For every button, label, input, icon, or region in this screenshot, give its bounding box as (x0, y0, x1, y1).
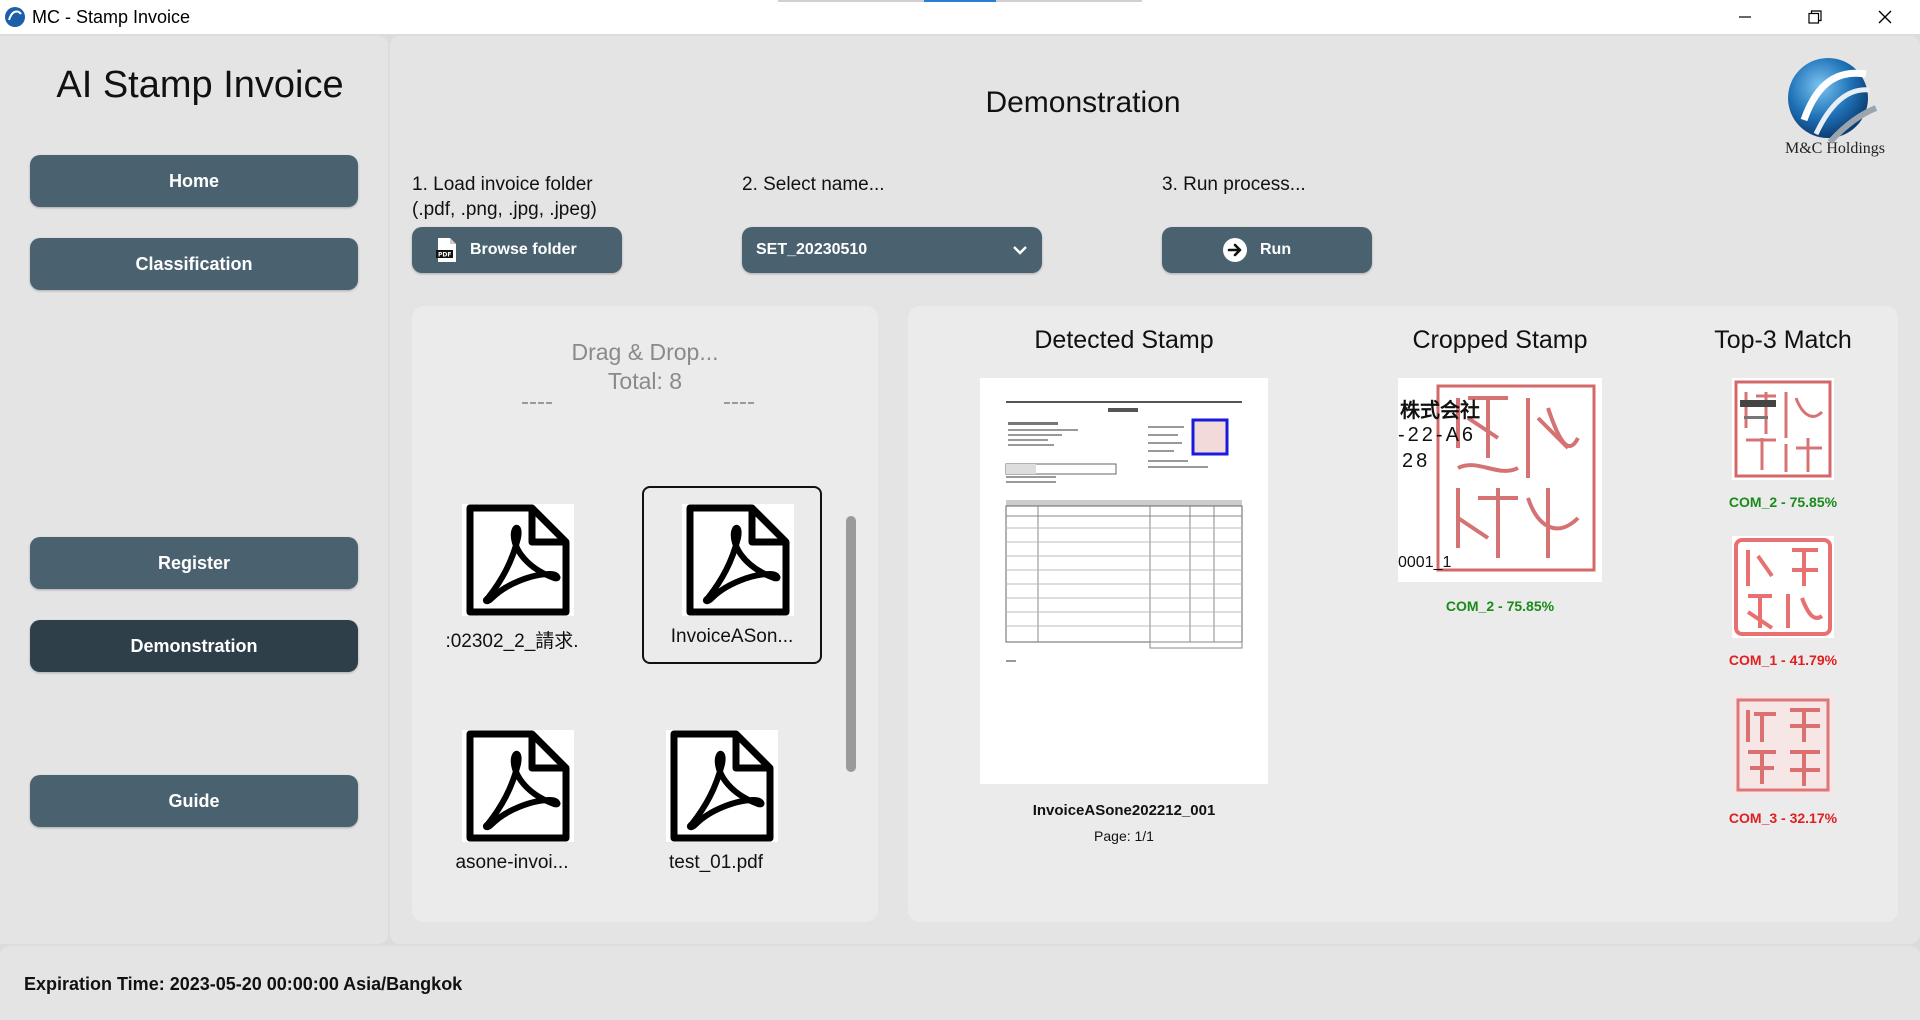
main-panel: Demonstration M&C Holdings 1. Load invoi… (390, 36, 1920, 944)
run-label: Run (1260, 241, 1292, 258)
step2-label: 2. Select name... (742, 174, 885, 195)
match-3-score: COM_3 - 32.17% (1728, 810, 1838, 826)
minimize-button[interactable] (1710, 0, 1780, 34)
run-button[interactable]: Run (1162, 227, 1372, 273)
browse-folder-label: Browse folder (470, 241, 577, 258)
arrow-right-circle-icon (1222, 237, 1248, 263)
step1-label-line1: 1. Load invoice folder (412, 174, 593, 195)
match-1-image (1732, 378, 1834, 480)
status-bar: Expiration Time: 2023-05-20 00:00:00 Asi… (0, 946, 1920, 1020)
app-title: AI Stamp Invoice (56, 64, 344, 106)
file-item[interactable]: test_01.pdf (626, 712, 806, 890)
detected-stamp-title: Detected Stamp (1034, 326, 1214, 354)
file-item-selected[interactable]: InvoiceASon... (642, 486, 822, 664)
drop-area-title: Drag & Drop... (571, 339, 719, 365)
file-item[interactable]: :02302_2_請求. (422, 486, 602, 664)
crop-text-line3: 28 (1402, 450, 1431, 472)
result-panel: Detected Stamp Cropped Stamp Top-3 Match (908, 306, 1898, 922)
expiration-time: Expiration Time: 2023-05-20 00:00:00 Asi… (24, 974, 463, 994)
invoice-preview-image (980, 378, 1268, 784)
crop-text-line1: 株式会社 (1400, 400, 1480, 422)
cropped-stamp-score: COM_2 - 75.85% (1445, 598, 1555, 614)
nav-register-button[interactable]: Register (30, 537, 358, 589)
match-1-score: COM_2 - 75.85% (1728, 494, 1838, 510)
file-name: test_01.pdf (668, 852, 764, 873)
divider (724, 402, 754, 404)
match-2-score: COM_1 - 41.79% (1728, 652, 1838, 668)
restore-button[interactable] (1780, 0, 1850, 34)
file-total: Total: 8 (607, 368, 683, 394)
invoice-page-indicator: Page: 1/1 (1094, 828, 1154, 844)
restore-icon (1808, 10, 1822, 24)
page-title: Demonstration (985, 86, 1181, 119)
crop-text-line2: -22-A6 (1398, 424, 1477, 446)
chevron-down-icon (1013, 246, 1027, 255)
company-logo-text: M&C Holdings (1784, 140, 1885, 157)
step3-label: 3. Run process... (1162, 174, 1306, 195)
name-select-value: SET_20230510 (756, 241, 868, 258)
nav-classification-button[interactable]: Classification (30, 238, 358, 290)
nav-demonstration-button[interactable]: Demonstration (30, 620, 358, 672)
window-titlebar: MC - Stamp Invoice (0, 0, 1920, 34)
sidebar: AI Stamp Invoice Home Classification Reg… (0, 36, 388, 944)
top3-match-title: Top-3 Match (1714, 326, 1852, 354)
cropped-stamp-title: Cropped Stamp (1412, 326, 1588, 354)
pdf-file-icon (462, 504, 574, 616)
file-name: InvoiceASon... (670, 626, 794, 647)
nav-guide-button[interactable]: Guide (30, 775, 358, 827)
drop-area-header: Drag & Drop... Total: 8 (412, 338, 878, 396)
close-button[interactable] (1850, 0, 1920, 34)
window-title: MC - Stamp Invoice (32, 7, 191, 27)
pdf-file-icon (682, 504, 794, 616)
name-select[interactable]: SET_20230510 (742, 227, 1042, 273)
app-logo-icon (5, 7, 25, 27)
step1-label: 1. Load invoice folder (.pdf, .png, .jpg… (412, 172, 597, 222)
browse-folder-button[interactable]: PDF Browse folder (412, 227, 622, 273)
scrollbar[interactable] (846, 516, 856, 772)
pdf-file-icon (666, 730, 778, 842)
drop-area[interactable]: Drag & Drop... Total: 8 :02302_2_請求. Inv… (412, 306, 878, 922)
file-name: asone-invoi... (455, 852, 569, 873)
divider (522, 402, 552, 404)
tab-strip (778, 0, 1142, 2)
minimize-icon (1739, 16, 1751, 18)
svg-text:PDF: PDF (438, 252, 451, 259)
cropped-stamp-image: 株式会社 -22-A6 28 0001_1 (1398, 378, 1602, 582)
file-item[interactable]: asone-invoi... (422, 712, 602, 890)
pdf-file-icon (462, 730, 574, 842)
close-icon (1878, 10, 1892, 24)
step1-label-line2: (.pdf, .png, .jpg, .jpeg) (412, 199, 597, 220)
match-2-image (1732, 536, 1834, 638)
tab-strip-active (924, 0, 996, 2)
file-name: :02302_2_請求. (445, 631, 579, 652)
nav-home-button[interactable]: Home (30, 155, 358, 207)
crop-text-line4: 0001_1 (1398, 554, 1452, 571)
invoice-file-name: InvoiceASone202212_001 (1032, 802, 1216, 819)
pdf-icon: PDF (436, 237, 458, 263)
match-3-image (1732, 694, 1834, 796)
